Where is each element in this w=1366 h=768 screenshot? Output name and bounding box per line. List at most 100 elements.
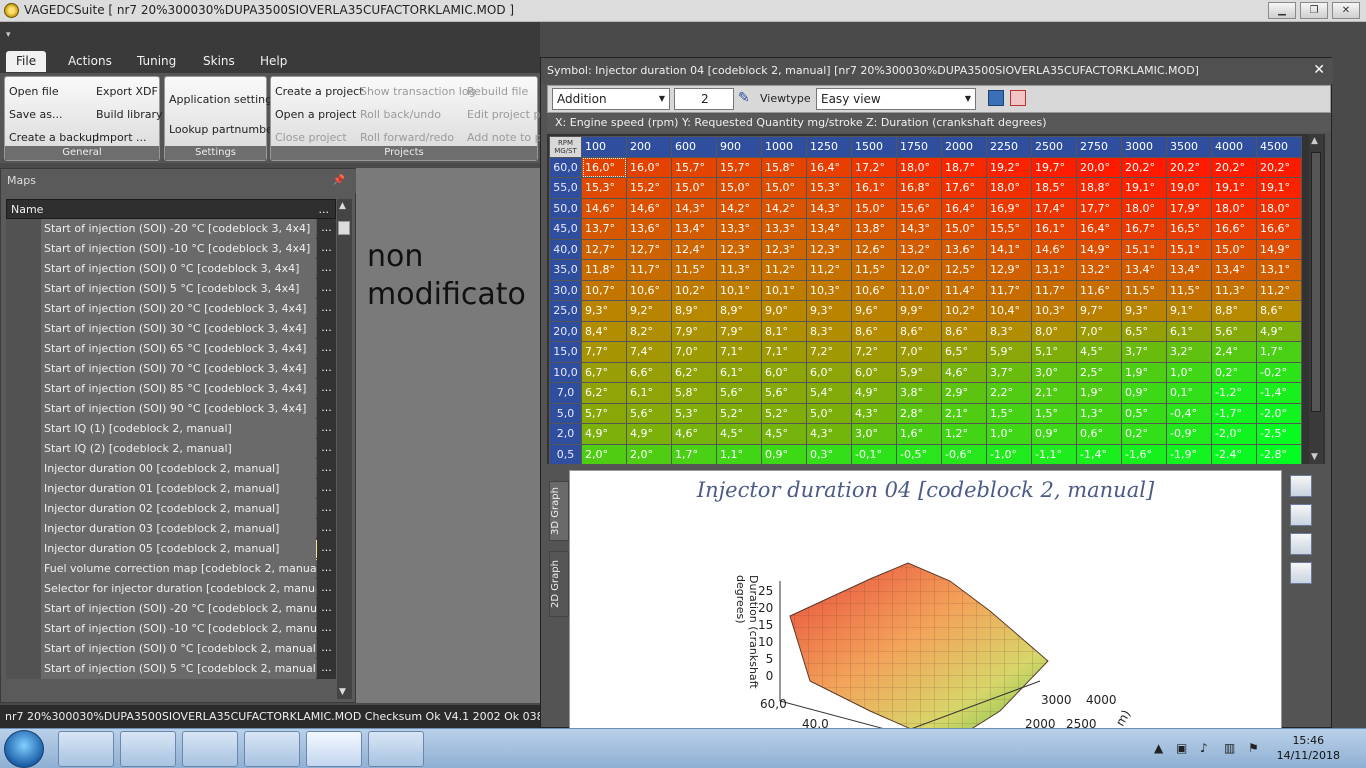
map-cell[interactable]: 15,0° bbox=[941, 218, 987, 240]
import-button[interactable]: Import ... bbox=[96, 131, 147, 144]
map-cell[interactable]: 17,7° bbox=[1076, 197, 1122, 219]
x-axis-header[interactable]: 4000 bbox=[1211, 136, 1257, 158]
apply-icon[interactable]: ✎ bbox=[738, 90, 750, 106]
map-cell[interactable]: 11,2° bbox=[1256, 279, 1302, 301]
taskbar-app-icon[interactable] bbox=[244, 731, 300, 767]
map-cell[interactable]: 1,9° bbox=[1076, 382, 1122, 404]
map-cell[interactable]: 15,8° bbox=[761, 156, 807, 178]
show-transaction-log-button[interactable]: Show transaction log bbox=[360, 85, 476, 98]
map-cell[interactable]: 19,7° bbox=[1031, 156, 1077, 178]
x-axis-header[interactable]: 2250 bbox=[986, 136, 1032, 158]
map-cell[interactable]: 3,7° bbox=[1121, 341, 1167, 363]
minimize-button[interactable]: ▁ bbox=[1268, 2, 1296, 19]
map-cell[interactable]: 12,6° bbox=[851, 238, 897, 260]
map-cell[interactable]: 7,0° bbox=[1076, 320, 1122, 342]
map-cell[interactable]: 16,6° bbox=[1211, 218, 1257, 240]
map-cell[interactable]: 12,7° bbox=[626, 238, 672, 260]
row-options-button[interactable]: ... bbox=[317, 479, 336, 499]
map-cell[interactable]: 2,5° bbox=[1076, 361, 1122, 383]
map-cell[interactable]: 5,1° bbox=[1031, 341, 1077, 363]
map-cell[interactable]: 13,1° bbox=[1031, 259, 1077, 281]
map-cell[interactable]: 7,0° bbox=[896, 341, 942, 363]
map-cell[interactable]: 10,6° bbox=[626, 279, 672, 301]
x-axis-header[interactable]: 2500 bbox=[1031, 136, 1077, 158]
y-axis-header[interactable]: 20,0 bbox=[549, 320, 582, 342]
y-axis-header[interactable]: 10,0 bbox=[549, 361, 582, 383]
map-cell[interactable]: 12,3° bbox=[806, 238, 852, 260]
map-cell[interactable]: 4,9° bbox=[581, 423, 627, 445]
map-cell[interactable]: 10,4° bbox=[986, 300, 1032, 322]
row-options-button[interactable]: ... bbox=[317, 599, 336, 619]
map-cell[interactable]: 19,0° bbox=[1166, 177, 1212, 199]
map-cell[interactable]: 15,7° bbox=[716, 156, 762, 178]
symbol-close-icon[interactable]: ✕ bbox=[1313, 62, 1325, 78]
list-item[interactable]: Start of injection (SOI) 85 °C [codebloc… bbox=[6, 379, 336, 399]
map-cell[interactable]: 16,1° bbox=[851, 177, 897, 199]
map-cell[interactable]: 20,2° bbox=[1211, 156, 1257, 178]
map-cell[interactable]: 11,3° bbox=[1211, 279, 1257, 301]
x-axis-header[interactable]: 3000 bbox=[1121, 136, 1167, 158]
map-cell[interactable]: -1,7° bbox=[1211, 402, 1257, 424]
map-cell[interactable]: 8,9° bbox=[671, 300, 717, 322]
map-cell[interactable]: 9,3° bbox=[806, 300, 852, 322]
map-cell[interactable]: 15,0° bbox=[1211, 238, 1257, 260]
map-cell[interactable]: 19,1° bbox=[1121, 177, 1167, 199]
build-library-button[interactable]: Build library bbox=[96, 108, 163, 121]
map-cell[interactable]: 3,8° bbox=[896, 382, 942, 404]
map-cell[interactable]: 4,6° bbox=[941, 361, 987, 383]
export-xdf-button[interactable]: Export XDF bbox=[96, 85, 158, 98]
row-options-button[interactable]: ... bbox=[317, 339, 336, 359]
map-cell[interactable]: 13,2° bbox=[1076, 259, 1122, 281]
x-axis-header[interactable]: 2000 bbox=[941, 136, 987, 158]
map-cell[interactable]: 14,6° bbox=[1031, 238, 1077, 260]
map-cell[interactable]: 7,9° bbox=[716, 320, 762, 342]
map-cell[interactable]: 8,2° bbox=[626, 320, 672, 342]
map-cell[interactable]: 8,6° bbox=[1256, 300, 1302, 322]
map-cell[interactable]: 5,9° bbox=[896, 361, 942, 383]
map-cell[interactable]: 5,2° bbox=[761, 402, 807, 424]
list-item[interactable]: Start of injection (SOI) -20 °C [codeblo… bbox=[6, 599, 336, 619]
map-cell[interactable]: 13,4° bbox=[1211, 259, 1257, 281]
tab-tuning[interactable]: Tuning bbox=[127, 51, 186, 72]
map-cell[interactable]: 12,5° bbox=[941, 259, 987, 281]
map-cell[interactable]: 9,2° bbox=[626, 300, 672, 322]
map-cell[interactable]: 12,7° bbox=[581, 238, 627, 260]
map-cell[interactable]: 1,2° bbox=[941, 423, 987, 445]
y-axis-header[interactable]: 50,0 bbox=[549, 197, 582, 219]
map-cell[interactable]: 7,0° bbox=[671, 341, 717, 363]
map-cell[interactable]: 12,3° bbox=[716, 238, 762, 260]
map-cell[interactable]: 11,5° bbox=[1121, 279, 1167, 301]
open-file-button[interactable]: Open file bbox=[9, 85, 59, 98]
map-cell[interactable]: 17,6° bbox=[941, 177, 987, 199]
row-options-button[interactable]: ... bbox=[317, 239, 336, 259]
lookup-partnumber-button[interactable]: Lookup partnumber bbox=[169, 123, 277, 136]
map-cell[interactable]: 3,2° bbox=[1166, 341, 1212, 363]
map-cell[interactable]: 8,3° bbox=[986, 320, 1032, 342]
map-cell[interactable]: 8,6° bbox=[896, 320, 942, 342]
map-cell[interactable]: 14,1° bbox=[986, 238, 1032, 260]
map-cell[interactable]: 13,6° bbox=[626, 218, 672, 240]
map-cell[interactable]: 8,3° bbox=[806, 320, 852, 342]
map-cell[interactable]: 14,2° bbox=[761, 197, 807, 219]
map-cell[interactable]: 15,3° bbox=[581, 177, 627, 199]
map-cell[interactable]: -0,1° bbox=[851, 443, 897, 464]
map-cell[interactable]: 10,6° bbox=[851, 279, 897, 301]
y-axis-header[interactable]: 7,0 bbox=[549, 382, 582, 404]
map-cell[interactable]: 9,0° bbox=[761, 300, 807, 322]
map-cell[interactable]: 11,6° bbox=[1076, 279, 1122, 301]
map-cell[interactable]: 6,0° bbox=[851, 361, 897, 383]
taskbar-firefox-icon[interactable] bbox=[120, 731, 176, 767]
map-table-scrollbar[interactable]: ▲ ▼ bbox=[1309, 134, 1323, 464]
map-cell[interactable]: 19,1° bbox=[1211, 177, 1257, 199]
map-cell[interactable]: 6,7° bbox=[581, 361, 627, 383]
map-cell[interactable]: 13,3° bbox=[761, 218, 807, 240]
map-cell[interactable]: -2,5° bbox=[1256, 423, 1302, 445]
map-cell[interactable]: 15,0° bbox=[671, 177, 717, 199]
map-cell[interactable]: 11,5° bbox=[1166, 279, 1212, 301]
map-cell[interactable]: 2,8° bbox=[896, 402, 942, 424]
map-cell[interactable]: 12,3° bbox=[761, 238, 807, 260]
map-cell[interactable]: 16,8° bbox=[896, 177, 942, 199]
map-cell[interactable]: 16,7° bbox=[1121, 218, 1167, 240]
map-cell[interactable]: 15,2° bbox=[626, 177, 672, 199]
list-item[interactable]: Injector duration 02 [codeblock 2, manua… bbox=[6, 499, 336, 519]
